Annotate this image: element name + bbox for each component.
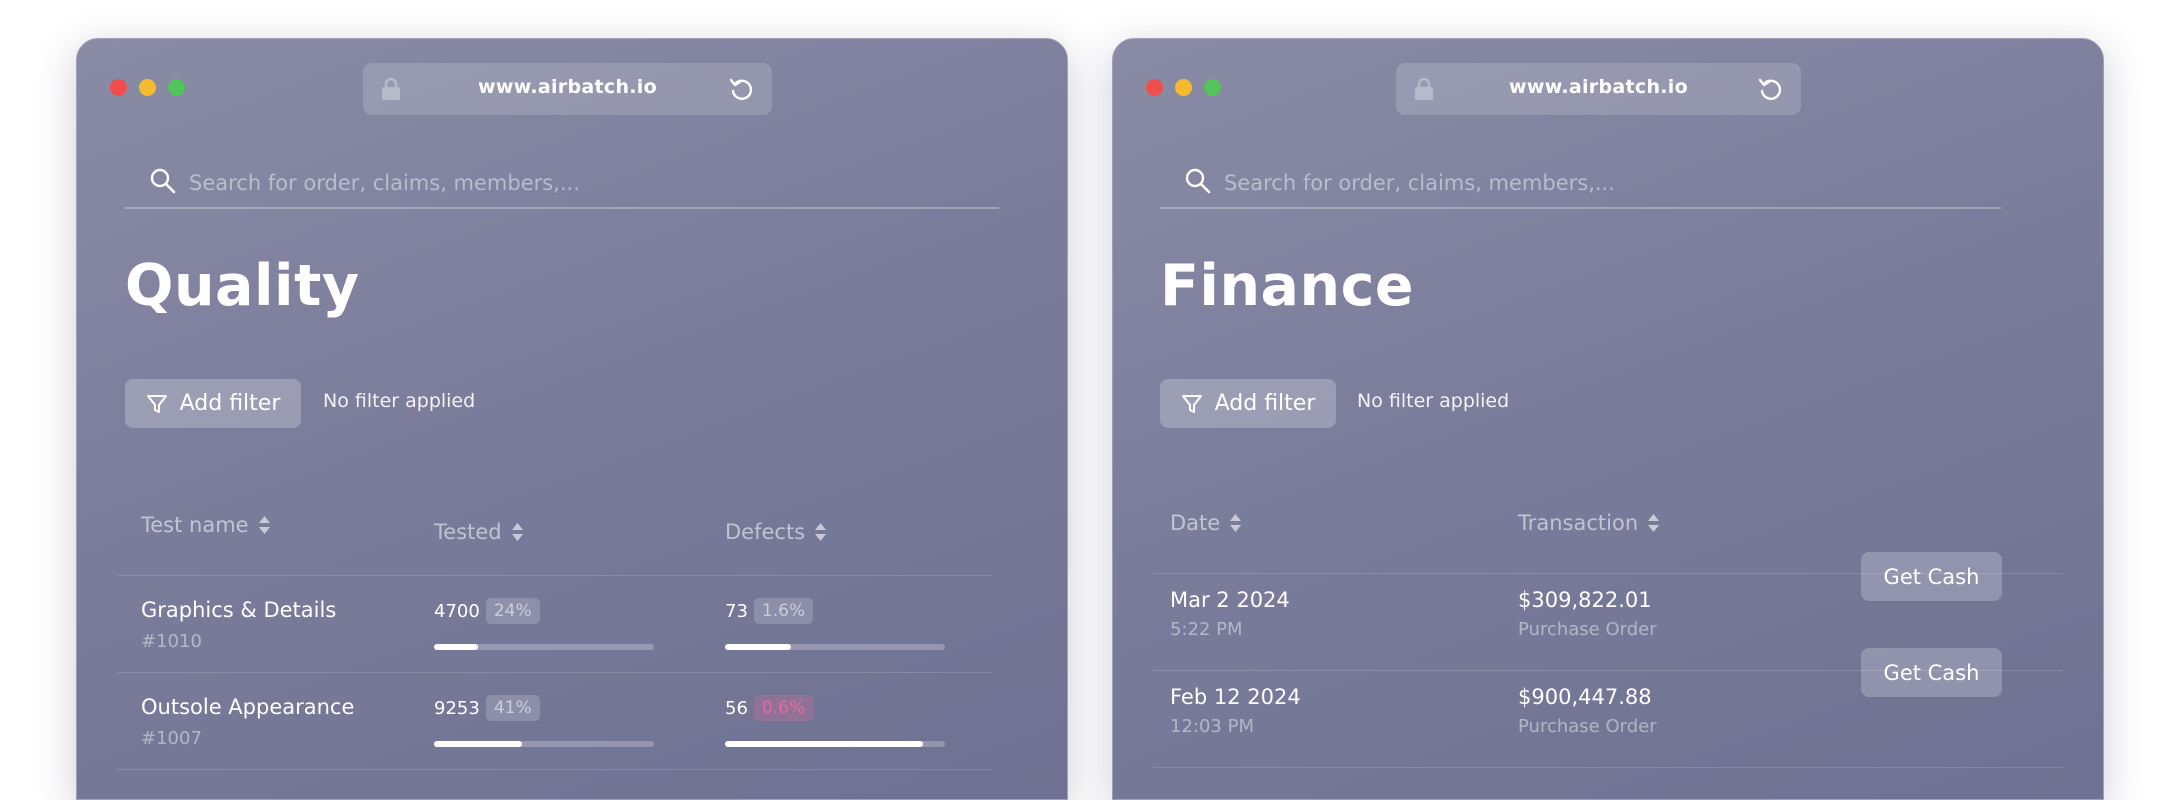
filter-status: No filter applied <box>1357 390 1510 412</box>
test-name: Outsole Appearance <box>141 695 355 719</box>
search-bar[interactable]: Search for order, claims, members,... <box>125 157 999 209</box>
filter-icon <box>1181 394 1202 413</box>
defects-percent-badge: 0.6% <box>753 695 814 721</box>
defects-value: 56 0.6% <box>725 695 814 721</box>
column-header-label: Transaction <box>1518 511 1639 535</box>
window-controls <box>110 79 185 96</box>
sort-icon <box>258 516 270 534</box>
browser-window-finance: www.airbatch.io Search for order, claims… <box>1112 38 2104 800</box>
get-cash-button[interactable]: Get Cash <box>1861 552 2002 601</box>
close-window-button[interactable] <box>110 79 127 96</box>
transaction-type: Purchase Order <box>1518 619 1657 640</box>
address-bar[interactable]: www.airbatch.io <box>363 63 772 115</box>
add-filter-label: Add filter <box>1214 391 1316 416</box>
search-input[interactable]: Search for order, claims, members,... <box>1224 171 1615 195</box>
search-icon <box>1185 168 1211 194</box>
transaction-date: Feb 12 2024 <box>1170 685 1301 709</box>
tested-progress-bar <box>434 741 654 747</box>
tested-value: 4700 24% <box>434 598 540 624</box>
column-header-label: Defects <box>725 520 806 544</box>
maximize-window-button[interactable] <box>168 79 185 96</box>
tested-percent-badge: 24% <box>485 598 540 624</box>
browser-window-quality: www.airbatch.io Search for order, claims… <box>76 38 1068 800</box>
url-text: www.airbatch.io <box>1509 76 1688 98</box>
filter-status: No filter applied <box>323 390 476 412</box>
sort-icon <box>1230 514 1242 532</box>
sort-icon <box>815 523 827 541</box>
search-input[interactable]: Search for order, claims, members,... <box>189 171 580 195</box>
defects-progress-bar <box>725 741 945 747</box>
transaction-amount: $309,822.01 <box>1518 588 1652 612</box>
row-divider <box>117 672 993 673</box>
column-header-defects[interactable]: Defects <box>725 520 827 544</box>
tested-progress-fill <box>434 644 478 650</box>
transaction-time: 12:03 PM <box>1170 716 1254 737</box>
defects-progress-fill <box>725 741 923 747</box>
sort-icon <box>1648 514 1660 532</box>
defects-percent-badge: 1.6% <box>753 598 814 624</box>
transaction-type: Purchase Order <box>1518 716 1657 737</box>
row-divider <box>1153 767 2063 768</box>
defects-value: 73 1.6% <box>725 598 814 624</box>
filter-icon <box>146 394 167 413</box>
column-header-label: Date <box>1170 511 1221 535</box>
minimize-window-button[interactable] <box>139 79 156 96</box>
tested-count: 9253 <box>434 697 480 719</box>
tested-progress-fill <box>434 741 522 747</box>
address-bar[interactable]: www.airbatch.io <box>1396 63 1801 115</box>
add-filter-button[interactable]: Add filter <box>1160 379 1336 428</box>
defects-count: 73 <box>725 600 748 622</box>
column-header-test-name[interactable]: Test name <box>141 513 271 537</box>
close-window-button[interactable] <box>1146 79 1163 96</box>
sort-icon <box>511 523 523 541</box>
transaction-amount: $900,447.88 <box>1518 685 1652 709</box>
row-divider <box>117 575 993 576</box>
tested-value: 9253 41% <box>434 695 540 721</box>
defects-count: 56 <box>725 697 748 719</box>
minimize-window-button[interactable] <box>1175 79 1192 96</box>
tested-progress-bar <box>434 644 654 650</box>
maximize-window-button[interactable] <box>1204 79 1221 96</box>
column-header-label: Tested <box>434 520 502 544</box>
add-filter-label: Add filter <box>179 391 281 416</box>
column-header-tested[interactable]: Tested <box>434 520 524 544</box>
test-id: #1007 <box>141 728 202 749</box>
page-title: Finance <box>1160 253 1415 319</box>
search-icon <box>150 168 176 194</box>
get-cash-button[interactable]: Get Cash <box>1861 648 2002 697</box>
column-header-label: Test name <box>141 513 249 537</box>
add-filter-button[interactable]: Add filter <box>125 379 301 428</box>
page-title: Quality <box>125 253 360 319</box>
tested-count: 4700 <box>434 600 480 622</box>
column-header-date[interactable]: Date <box>1170 511 1242 535</box>
defects-progress-fill <box>725 644 791 650</box>
tested-percent-badge: 41% <box>485 695 540 721</box>
reload-icon[interactable] <box>1757 75 1785 103</box>
search-bar[interactable]: Search for order, claims, members,... <box>1160 157 2001 209</box>
url-text: www.airbatch.io <box>478 76 657 98</box>
column-header-transaction[interactable]: Transaction <box>1518 511 1660 535</box>
test-name: Graphics & Details <box>141 598 337 622</box>
reload-icon[interactable] <box>728 75 756 103</box>
window-controls <box>1146 79 1221 96</box>
test-id: #1010 <box>141 631 202 652</box>
transaction-time: 5:22 PM <box>1170 619 1243 640</box>
transaction-date: Mar 2 2024 <box>1170 588 1290 612</box>
defects-progress-bar <box>725 644 945 650</box>
